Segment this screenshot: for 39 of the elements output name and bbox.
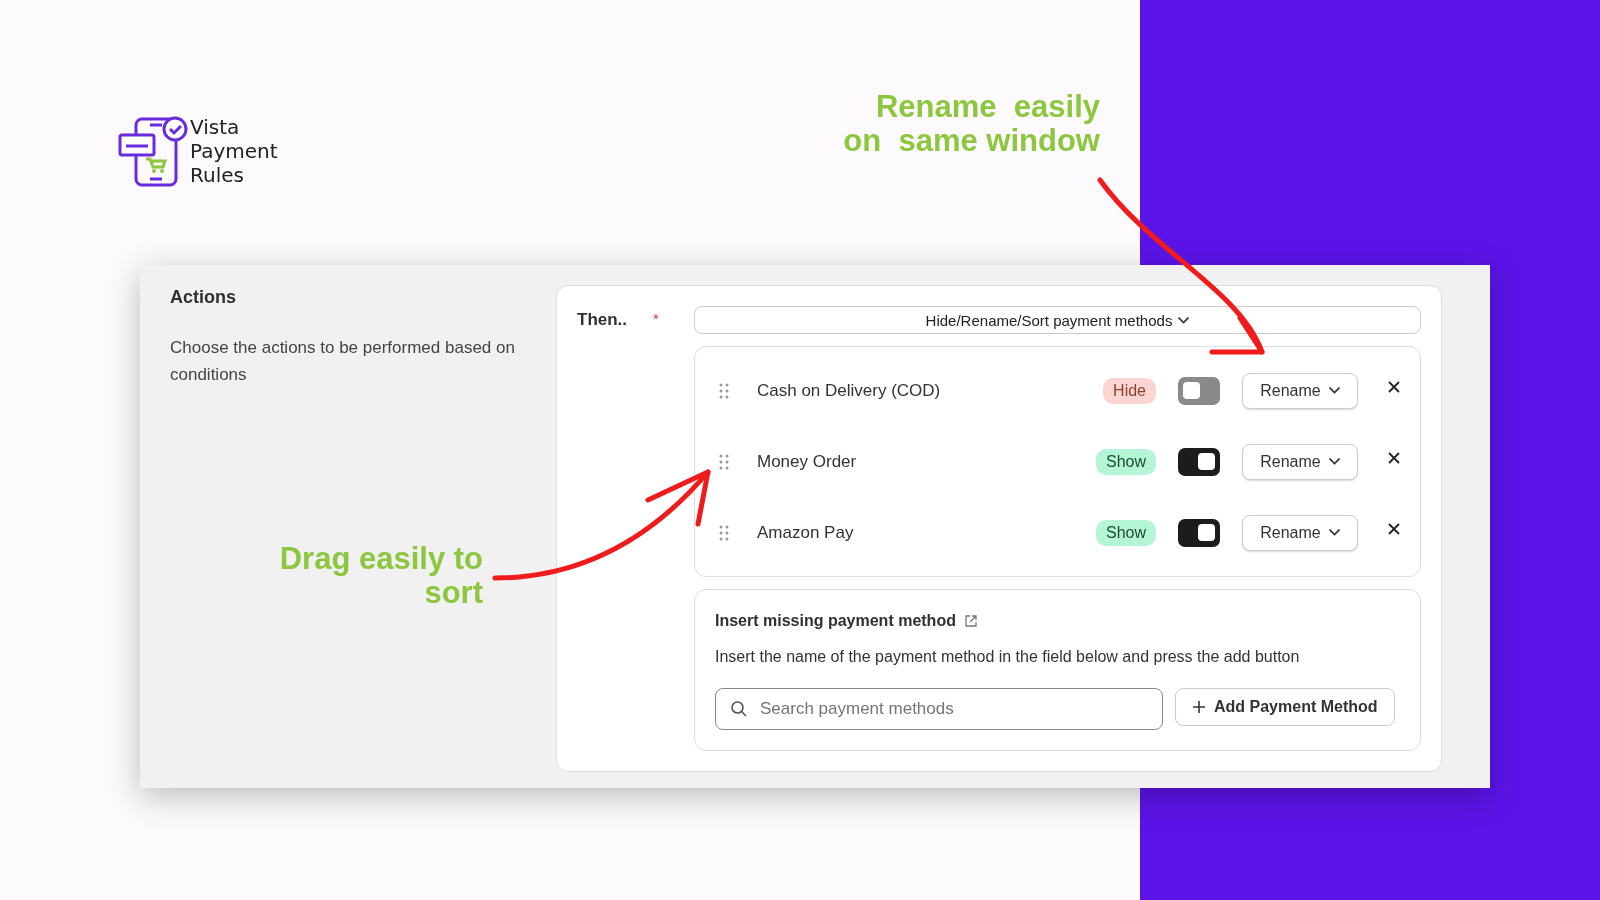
close-icon[interactable] [1388,380,1400,393]
status-badge: Hide [1103,377,1156,404]
method-name: Money Order [757,451,858,472]
rename-dropdown[interactable]: Rename [1242,514,1358,551]
drag-handle-icon[interactable] [719,524,729,541]
required-mark: * [653,310,659,327]
chevron-down-icon [1178,316,1190,324]
method-name: Amazon Pay [757,522,855,543]
drag-handle-icon[interactable] [719,382,729,399]
close-icon[interactable] [1388,451,1400,464]
status-badge: Show [1095,448,1156,475]
search-field[interactable]: Search payment methods [715,688,1163,730]
section-description: Choose the actions to be performed based on conditions [170,337,516,386]
toggle-switch[interactable] [1178,518,1220,547]
chevron-down-icon [1328,387,1340,394]
toggle-switch[interactable] [1178,447,1220,476]
action-select[interactable]: Hide/Rename/Sort payment methods [694,306,1421,334]
plus-icon [1192,700,1206,714]
section-title: Actions [170,287,237,308]
close-icon[interactable] [1388,522,1400,535]
chevron-down-icon [1328,458,1340,465]
search-icon [730,700,748,718]
phone-cart-icon [118,115,190,189]
rename-dropdown[interactable]: Rename [1242,443,1358,480]
logo-text: Vista Payment Rules [190,115,278,187]
callout-text: Drag easily to sort [278,542,483,610]
add-method-button[interactable]: Add Payment Method [1175,688,1395,726]
insert-description: Insert the name of the payment method in the field below and press the add button [715,648,1301,666]
field-label: Then.. [577,310,628,330]
external-link-icon[interactable] [963,614,978,628]
search-input[interactable]: Search payment methods [758,698,1148,720]
method-name: Cash on Delivery (COD) [757,380,942,401]
status-badge: Show [1095,519,1156,546]
chevron-down-icon [1328,529,1340,536]
toggle-switch[interactable] [1178,376,1220,405]
rename-dropdown[interactable]: Rename [1242,372,1358,409]
insert-title: Insert missing payment method [715,612,956,630]
drag-handle-icon[interactable] [719,453,729,470]
callout-text: Rename easily on same window [843,90,1100,160]
